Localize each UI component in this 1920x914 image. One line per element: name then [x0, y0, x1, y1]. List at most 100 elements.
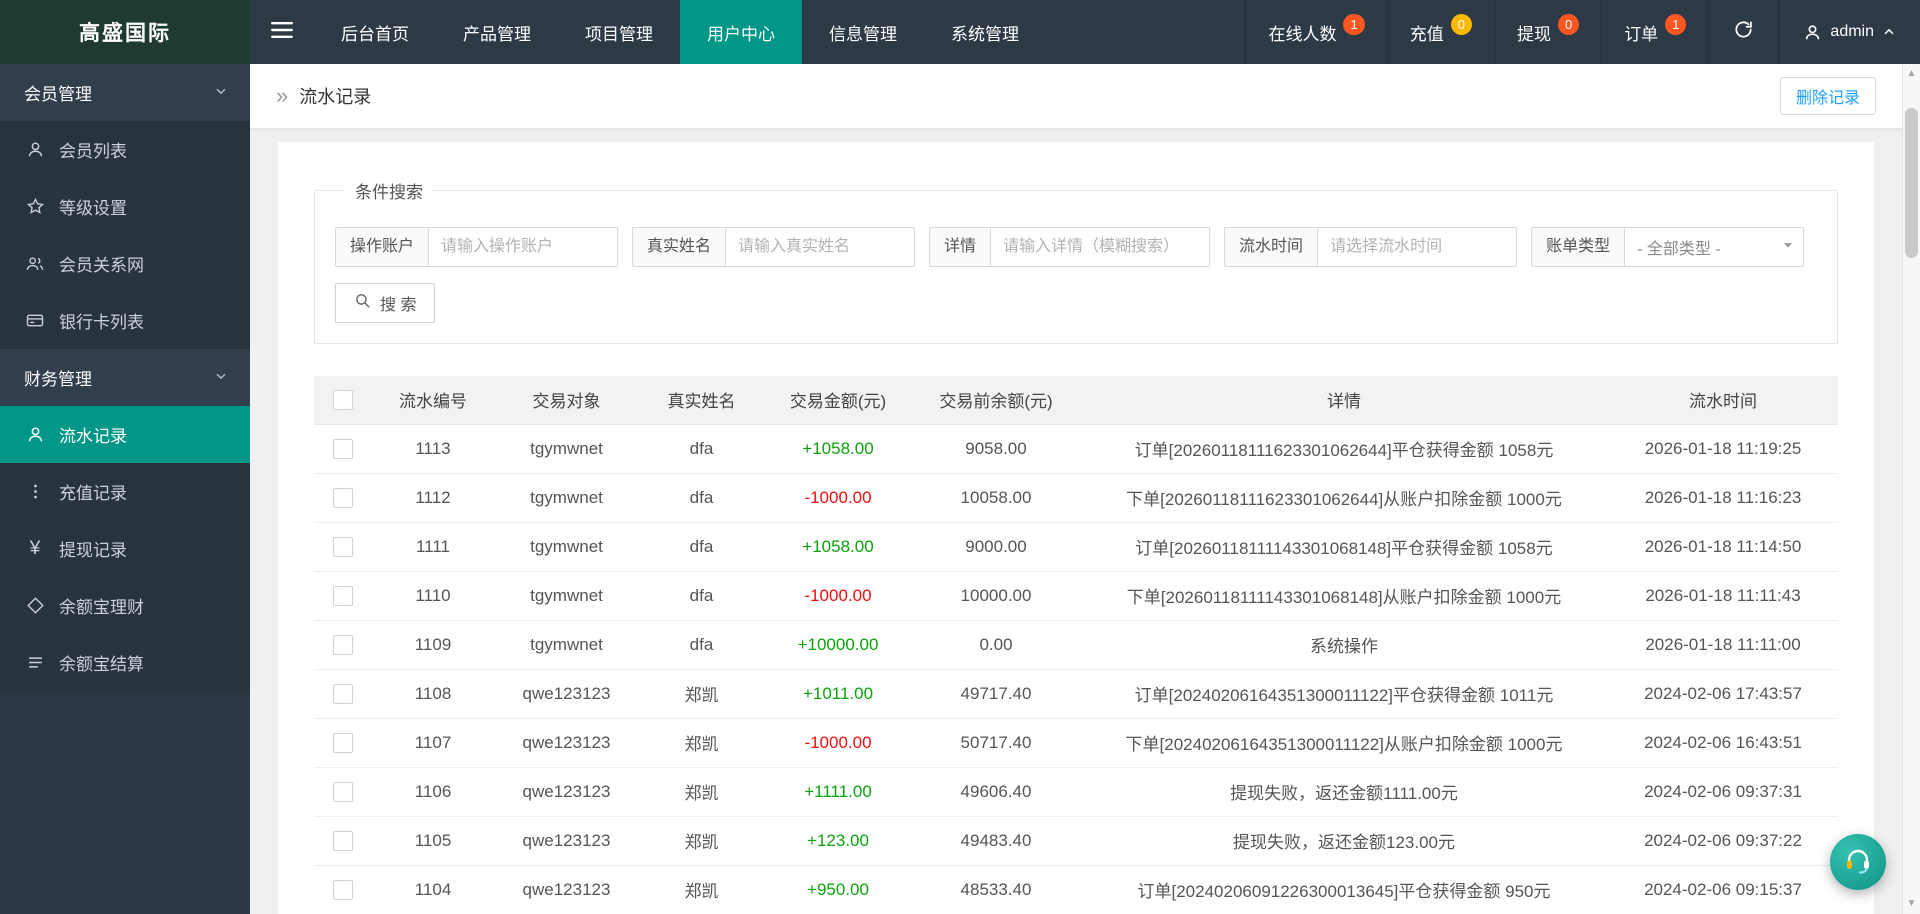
sidebar-item-member-network[interactable]: 会员关系网	[0, 235, 250, 292]
row-checkbox[interactable]	[333, 585, 353, 606]
sidebar-item-label: 余额宝结算	[59, 655, 144, 674]
field-real-name: 真实姓名	[632, 227, 916, 267]
scrollbar-down-arrow[interactable]: ▼	[1903, 896, 1920, 912]
chevron-down-icon	[1782, 238, 1794, 256]
vertical-scrollbar[interactable]: ▲ ▼	[1902, 64, 1920, 914]
online-count-label: 在线人数	[1268, 24, 1337, 44]
online-count-badge: 1	[1343, 13, 1365, 35]
table-row: 1108 qwe123123 郑凯 +1011.00 49717.40 订单[2…	[314, 669, 1838, 719]
sidebar-item-level-settings[interactable]: 等级设置	[0, 178, 250, 235]
scrollbar-thumb[interactable]	[1905, 108, 1918, 258]
sidebar-item-label: 会员列表	[59, 142, 127, 161]
main-content: » 流水记录 删除记录 条件搜索 操作账户 真实姓名 详情	[250, 64, 1902, 914]
flow-time-cell: 2026-01-18 11:19:25	[1608, 424, 1838, 474]
field-bill-type: 账单类型 - 全部类型 -	[1531, 227, 1805, 267]
operator-account-input[interactable]	[428, 227, 619, 267]
flow-name-cell: dfa	[639, 473, 764, 523]
flow-time-cell: 2026-01-18 11:14:50	[1608, 522, 1838, 572]
yen-icon: ¥	[29, 538, 41, 559]
flow-name-cell: 郑凯	[639, 669, 764, 719]
sidebar-section-finance-management[interactable]: 财务管理	[0, 349, 250, 406]
sidebar-item-flow-records[interactable]: 流水记录	[0, 406, 250, 463]
delete-records-button[interactable]: 删除记录	[1779, 77, 1876, 115]
breadcrumb-arrow-icon: »	[276, 83, 289, 108]
row-checkbox[interactable]	[333, 732, 353, 753]
nav-item-dashboard[interactable]: 后台首页	[314, 0, 436, 64]
bill-type-label: 账单类型	[1531, 227, 1625, 267]
table-row: 1113 tgymwnet dfa +1058.00 9058.00 订单[20…	[314, 424, 1838, 474]
row-checkbox[interactable]	[333, 536, 353, 557]
chevron-down-icon	[214, 368, 228, 388]
flow-time-cell: 2026-01-18 11:11:00	[1608, 620, 1838, 670]
row-checkbox[interactable]	[333, 830, 353, 851]
header-flow-id: 流水编号	[372, 376, 494, 425]
flow-account-cell: qwe123123	[494, 669, 639, 719]
app-logo: 高盛国际	[0, 0, 250, 64]
detail-input[interactable]	[990, 227, 1211, 267]
table-row: 1110 tgymwnet dfa -1000.00 10000.00 下单[2…	[314, 571, 1838, 621]
flow-balance-cell: 48533.40	[912, 865, 1080, 914]
section-label: 财务管理	[24, 370, 92, 389]
flow-balance-cell: 10058.00	[912, 473, 1080, 523]
search-button-label: 搜 索	[380, 297, 417, 314]
flow-time-input[interactable]	[1317, 227, 1518, 267]
content-card: 条件搜索 操作账户 真实姓名 详情 流水时间	[278, 142, 1874, 914]
sidebar-item-recharge-records[interactable]: 充值记录	[0, 463, 250, 520]
flow-name-cell: 郑凯	[639, 767, 764, 817]
flow-account-cell: tgymwnet	[494, 620, 639, 670]
row-checkbox[interactable]	[333, 879, 353, 900]
sidebar-item-yuebao-settlement[interactable]: 余额宝结算	[0, 634, 250, 691]
nav-item-information[interactable]: 信息管理	[802, 0, 924, 64]
bill-type-select[interactable]: - 全部类型 -	[1624, 227, 1805, 267]
menu-toggle-button[interactable]	[250, 0, 314, 64]
header-detail: 详情	[1080, 376, 1608, 425]
nav-item-orders[interactable]: 订单 1	[1601, 0, 1708, 64]
flow-records-table: 流水编号 交易对象 真实姓名 交易金额(元) 交易前余额(元) 详情 流水时间 …	[314, 376, 1838, 914]
sidebar-item-label: 等级设置	[59, 199, 127, 218]
refresh-button[interactable]	[1708, 0, 1778, 64]
flow-balance-cell: 50717.40	[912, 718, 1080, 768]
row-select-cell	[314, 767, 372, 817]
row-checkbox[interactable]	[333, 781, 353, 802]
user-name: admin	[1830, 23, 1874, 40]
search-fields-row: 操作账户 真实姓名 详情 流水时间	[335, 227, 1817, 267]
nav-item-online-count[interactable]: 在线人数 1	[1245, 0, 1386, 64]
sidebar-item-member-list[interactable]: 会员列表	[0, 121, 250, 178]
row-checkbox[interactable]	[333, 438, 353, 459]
header-real-name: 真实姓名	[639, 376, 764, 425]
nav-item-recharge[interactable]: 充值 0	[1386, 0, 1494, 64]
real-name-input[interactable]	[725, 227, 916, 267]
sidebar-item-bank-cards[interactable]: 银行卡列表	[0, 292, 250, 349]
row-checkbox[interactable]	[333, 487, 353, 508]
flow-id-cell: 1106	[372, 767, 494, 817]
nav-item-projects[interactable]: 项目管理	[558, 0, 680, 64]
table-row: 1104 qwe123123 郑凯 +950.00 48533.40 订单[20…	[314, 865, 1838, 914]
sidebar-item-withdraw-records[interactable]: ¥ 提现记录	[0, 520, 250, 577]
row-checkbox[interactable]	[333, 634, 353, 655]
flow-id-cell: 1108	[372, 669, 494, 719]
headset-icon	[1842, 844, 1874, 881]
user-menu[interactable]: admin	[1778, 0, 1920, 64]
nav-item-withdraw[interactable]: 提现 0	[1493, 0, 1601, 64]
row-checkbox[interactable]	[333, 683, 353, 704]
flow-id-cell: 1104	[372, 865, 494, 914]
nav-item-products[interactable]: 产品管理	[436, 0, 558, 64]
header-balance: 交易前余额(元)	[912, 376, 1080, 425]
flow-amount-cell: +123.00	[764, 816, 912, 866]
nav-item-system[interactable]: 系统管理	[924, 0, 1046, 64]
search-button[interactable]: 搜 索	[335, 283, 436, 323]
flow-amount-cell: +1011.00	[764, 669, 912, 719]
scrollbar-up-arrow[interactable]: ▲	[1903, 66, 1920, 82]
withdraw-badge: 0	[1557, 13, 1580, 35]
select-all-checkbox[interactable]	[333, 390, 353, 410]
flow-detail-cell: 订单[20240206091226300013645]平仓获得金额 950元	[1080, 865, 1608, 914]
sidebar-item-yuebao-invest[interactable]: 余额宝理财	[0, 577, 250, 634]
sidebar-section-member-management[interactable]: 会员管理	[0, 64, 250, 121]
nav-item-user-center[interactable]: 用户中心	[680, 0, 802, 64]
flow-name-cell: 郑凯	[639, 816, 764, 866]
customer-service-button[interactable]	[1830, 834, 1886, 890]
chevron-up-icon	[1882, 25, 1896, 39]
diamond-icon	[24, 596, 46, 615]
flow-balance-cell: 49606.40	[912, 767, 1080, 817]
sidebar-item-label: 提现记录	[59, 541, 127, 560]
